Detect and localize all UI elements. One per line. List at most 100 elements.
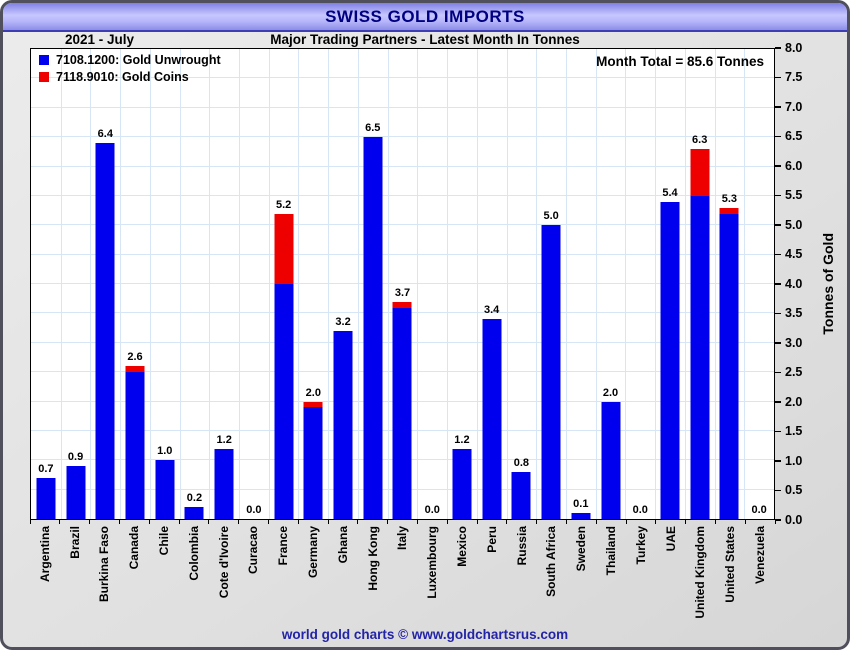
- bar-column: 0.2: [180, 49, 210, 519]
- bar-column: 0.0: [625, 49, 655, 519]
- bar-segment-gold-coins: [125, 366, 145, 373]
- x-axis-label-text: Peru: [484, 526, 499, 553]
- y-axis-tick: [775, 47, 781, 49]
- bar-value-label: 2.0: [305, 386, 321, 399]
- bar-segment-gold-unwrought: [541, 225, 561, 519]
- chart-frame: SWISS GOLD IMPORTS 2021 - July Major Tra…: [0, 0, 850, 650]
- x-axis-label-text: Turkey: [633, 526, 648, 565]
- x-axis-tick: [416, 520, 418, 524]
- x-axis-tick: [714, 520, 716, 524]
- x-axis-label: Luxembourg: [417, 526, 447, 628]
- chart-subtitle: Major Trading Partners - Latest Month In…: [270, 32, 580, 47]
- y-axis-tick: [775, 106, 781, 108]
- x-axis-label-text: Cote d'Ivoire: [216, 526, 231, 599]
- bar-column: 6.5: [358, 49, 388, 519]
- bar-value-label: 0.8: [513, 457, 530, 469]
- x-axis-label-text: Germany: [306, 526, 321, 579]
- x-axis-tick: [118, 520, 120, 524]
- bar-value-label: 6.3: [692, 133, 708, 146]
- bar-column: 0.9: [61, 49, 91, 519]
- bar-segment-gold-unwrought: [274, 284, 294, 519]
- bar-value-label: 2.6: [127, 351, 143, 364]
- y-axis-tick: [775, 460, 781, 462]
- x-axis-tick: [565, 520, 567, 524]
- bar-value-label: 0.0: [632, 504, 648, 516]
- bar-value-label: 5.0: [543, 210, 559, 223]
- y-axis-tick: [775, 76, 781, 79]
- footer-credit: world gold charts © www.goldchartsrus.co…: [281, 627, 569, 642]
- bar-value-label: 6.5: [365, 122, 381, 135]
- x-axis-label: France: [268, 526, 298, 628]
- x-axis-label: Argentina: [30, 526, 60, 628]
- bar-segment-gold-unwrought: [155, 460, 175, 519]
- x-axis-label: Turkey: [626, 526, 656, 628]
- x-axis-label-text: Luxembourg: [425, 526, 440, 599]
- bar-segment-gold-unwrought: [363, 137, 383, 519]
- x-axis-tick: [476, 520, 478, 524]
- x-axis-tick: [178, 520, 180, 524]
- bar-column: 2.0: [596, 49, 626, 519]
- x-axis-labels: Argentina Brazil Burkina Faso Canada Chile Co…: [29, 520, 776, 628]
- bar-segment-gold-unwrought: [719, 213, 739, 519]
- bar-value-label: 0.7: [38, 462, 54, 475]
- x-axis-label: Canada: [119, 526, 149, 628]
- x-axis-label: Sweden: [566, 526, 596, 628]
- bar-column: 1.2: [209, 49, 239, 519]
- bar-segment-gold-unwrought: [511, 472, 531, 519]
- x-axis-tick: [357, 520, 359, 524]
- x-axis-label-text: Colombia: [186, 526, 201, 581]
- x-axis-label: Mexico: [447, 526, 477, 628]
- bar-segment-gold-coins: [719, 207, 739, 214]
- x-axis-label-text: Curacao: [246, 526, 261, 575]
- x-axis-tick: [208, 520, 210, 524]
- bar-column: 3.7: [388, 49, 418, 519]
- y-axis-tick: [775, 224, 781, 226]
- bar-column: 5.2: [269, 49, 299, 519]
- bar-column: 6.3: [685, 49, 715, 519]
- y-axis-tick-label: 0.5: [785, 483, 803, 497]
- y-axis-tick-label: 2.5: [785, 365, 803, 379]
- x-axis-label-text: Hong Kong: [365, 526, 380, 591]
- x-axis-label-text: Russia: [514, 526, 529, 566]
- y-axis-tick-label: 1.0: [785, 453, 803, 468]
- x-axis-label: Burkina Faso: [90, 526, 120, 628]
- bar-segment-gold-coins: [690, 148, 710, 196]
- x-axis-tick: [625, 520, 627, 524]
- x-axis-tick: [59, 520, 61, 524]
- y-axis-tick: [775, 430, 781, 433]
- y-axis-tick-label: 7.5: [785, 70, 803, 84]
- x-axis-label: Chile: [149, 526, 179, 628]
- x-axis-label: Russia: [507, 526, 537, 628]
- y-axis-tick-label: 5.0: [785, 217, 803, 232]
- bar-segment-gold-unwrought: [392, 307, 412, 519]
- bar-segment-gold-coins: [274, 213, 294, 284]
- x-axis-tick: [655, 520, 657, 524]
- bar-segment-gold-unwrought: [452, 448, 472, 519]
- y-axis-title: Tonnes of Gold: [820, 233, 836, 335]
- bar-segment-gold-unwrought: [36, 477, 56, 519]
- bar-segment-gold-unwrought: [571, 513, 591, 519]
- x-axis-tick: [685, 520, 687, 524]
- bar-segment-gold-coins: [392, 301, 412, 308]
- y-axis-tick: [775, 165, 781, 167]
- x-axis-label: Curacao: [239, 526, 269, 628]
- bar-segment-gold-unwrought: [660, 201, 680, 519]
- y-axis-tick: [775, 519, 781, 521]
- y-axis-tick: [775, 401, 781, 403]
- y-axis-title-wrap: Tonnes of Gold: [815, 48, 841, 520]
- y-axis-tick-label: 5.5: [785, 188, 803, 202]
- x-axis-label: Hong Kong: [358, 526, 388, 628]
- y-axis-tick-label: 6.5: [785, 129, 803, 143]
- bar-segment-gold-unwrought: [482, 319, 502, 519]
- bar-column: 2.6: [120, 49, 150, 519]
- x-axis-tick: [744, 520, 746, 524]
- x-axis-tick: [267, 520, 269, 524]
- x-axis-label-text: South Africa: [544, 526, 559, 597]
- bar-segment-gold-unwrought: [125, 372, 145, 519]
- x-axis-label-text: Canada: [127, 526, 142, 570]
- x-axis-tick: [506, 520, 508, 524]
- x-axis-tick: [536, 520, 538, 524]
- x-axis-label-text: Thailand: [604, 526, 619, 576]
- bar-segment-gold-unwrought: [303, 407, 323, 519]
- bar-column: 3.4: [477, 49, 507, 519]
